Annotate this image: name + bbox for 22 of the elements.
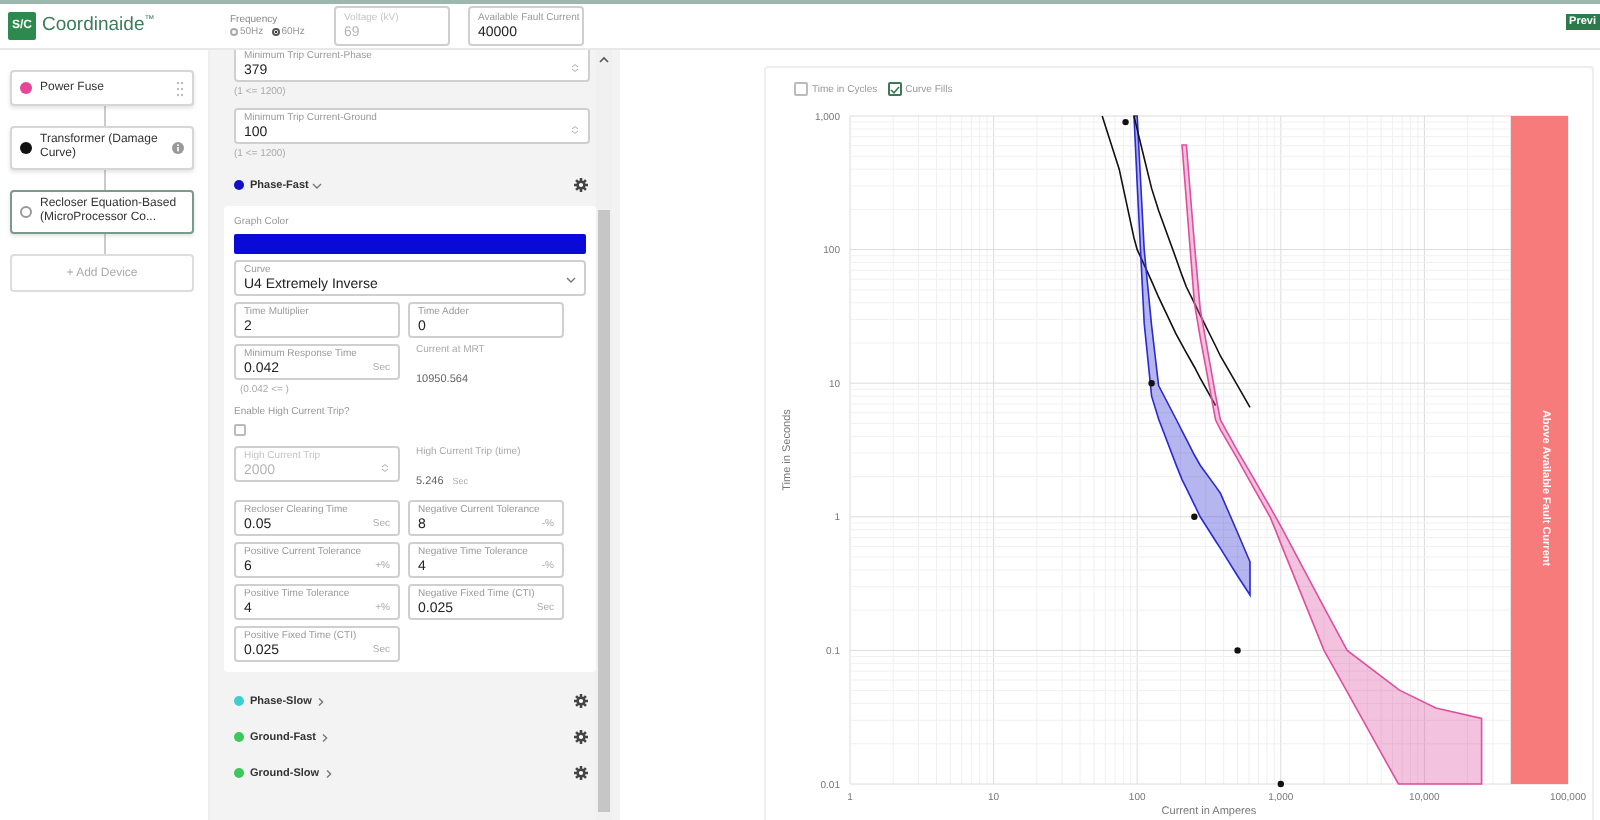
gear-icon[interactable] (574, 766, 588, 780)
gear-icon[interactable] (574, 694, 588, 708)
color-swatch[interactable] (234, 234, 586, 254)
gear-icon[interactable] (574, 178, 588, 192)
data-point (1234, 647, 1241, 654)
checkbox[interactable] (234, 424, 246, 436)
app-name: Coordinaide$^{™}$ (42, 14, 155, 38)
radio-button[interactable] (230, 28, 238, 36)
data-point (1277, 780, 1284, 788)
gear-icon[interactable] (574, 730, 588, 744)
spinner-icon[interactable] (570, 126, 580, 134)
chevron-down-icon (312, 181, 323, 189)
checkbox[interactable] (794, 82, 808, 96)
spinner-icon[interactable] (570, 64, 580, 72)
data-point (1122, 118, 1129, 126)
caret-up-icon[interactable] (598, 56, 610, 64)
data-point (1148, 380, 1155, 387)
checkbox[interactable] (887, 82, 902, 96)
radio-button[interactable] (271, 28, 280, 36)
data-point (1191, 513, 1198, 520)
info-icon[interactable] (172, 142, 184, 154)
chevron-down-icon (566, 276, 576, 284)
